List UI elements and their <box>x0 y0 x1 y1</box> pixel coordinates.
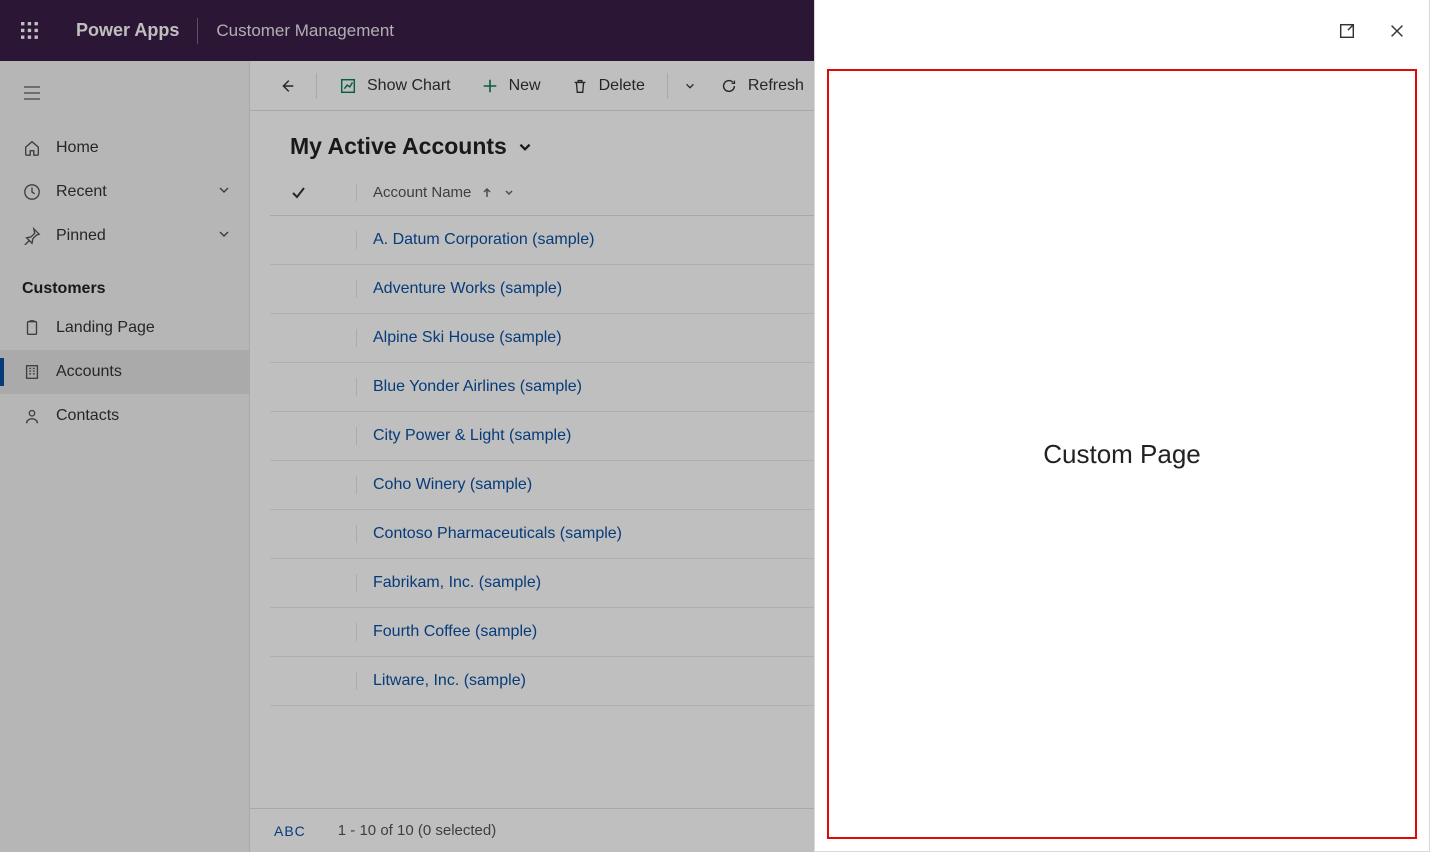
panel-header <box>815 0 1429 61</box>
panel-body: Custom Page <box>815 61 1429 851</box>
close-panel-button[interactable] <box>1383 17 1411 45</box>
close-icon <box>1388 22 1406 40</box>
custom-page-frame: Custom Page <box>827 69 1417 839</box>
expand-panel-button[interactable] <box>1333 17 1361 45</box>
custom-page-title: Custom Page <box>1043 439 1201 470</box>
side-panel: Custom Page <box>814 0 1430 852</box>
expand-icon <box>1338 22 1356 40</box>
